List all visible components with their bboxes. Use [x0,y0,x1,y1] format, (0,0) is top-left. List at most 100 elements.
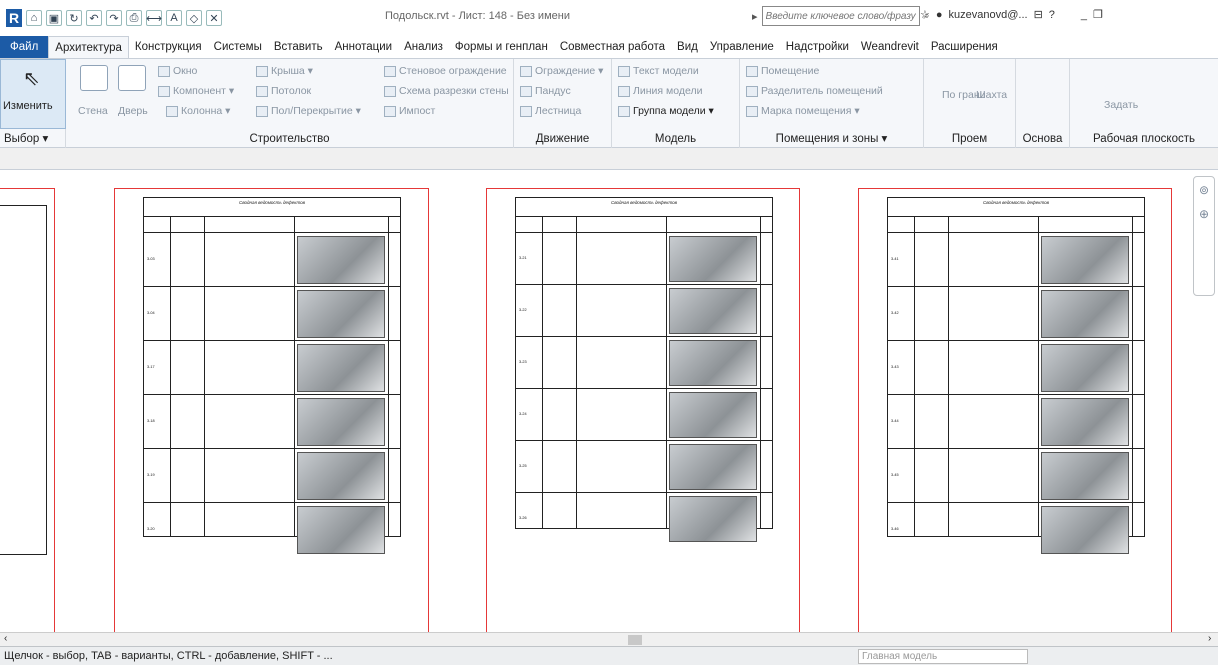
undo-icon[interactable]: ↶ [86,10,102,26]
model-line-button[interactable]: Линия модели [618,85,702,97]
wall-button[interactable]: Стена [78,105,108,117]
open-icon[interactable]: ⌂ [26,10,42,26]
select-dropdown[interactable]: Выбор ▾ [0,131,65,145]
partial-table [0,205,47,555]
arrow-icon: ▸ [752,10,758,23]
tab-8[interactable]: Совместная работа [554,36,671,58]
cart-icon[interactable]: ⊟ [1034,8,1043,21]
curtain-grid-button[interactable]: Схема разрезки стены [384,85,509,97]
window-label: Окно [173,65,198,77]
roof-icon [256,65,268,77]
modify-button[interactable]: ⇖ Изменить [0,59,66,129]
tab-2[interactable]: Конструкция [129,36,208,58]
revit-logo[interactable]: R [6,9,22,27]
tab-5[interactable]: Аннотации [329,36,398,58]
ramp-label: Пандус [535,85,571,97]
tab-3[interactable]: Системы [208,36,268,58]
minimize-icon[interactable]: _ [1081,9,1087,21]
ceiling-icon [256,85,268,97]
door-icon[interactable] [118,65,146,91]
shaft-button[interactable]: Шахта [976,89,1007,101]
search-input[interactable] [761,6,920,26]
door-button[interactable]: Дверь [118,105,148,117]
ceiling-button[interactable]: Потолок [256,85,311,97]
build-group: Стена Дверь Окно Компонент ▾ Колонна ▾ К… [66,59,514,149]
room-label: Помещение [761,65,820,77]
defect-photo [669,392,757,438]
table-caption: Сводная ведомость дефектов [239,200,305,205]
window-button[interactable]: Окно [158,65,197,77]
tab-11[interactable]: Надстройки [780,36,855,58]
model-group: Текст модели Линия модели Группа модели … [612,59,740,149]
save-icon[interactable]: ▣ [46,10,62,26]
zoom-icon[interactable]: ⊕ [1194,207,1214,221]
sheet-partial[interactable] [0,188,55,632]
tab-0[interactable]: Файл [0,36,49,58]
close-hidden-icon[interactable]: ✕ [206,10,222,26]
user-icon[interactable]: ● [936,9,943,21]
tab-9[interactable]: Вид [671,36,704,58]
scroll-right-icon[interactable]: › [1208,633,1211,644]
model-text-button[interactable]: Текст модели [618,65,699,77]
help-icon[interactable]: ? [1049,9,1055,21]
measure-icon[interactable]: ⟷ [146,10,162,26]
redo-icon[interactable]: ↷ [106,10,122,26]
tab-10[interactable]: Управление [704,36,780,58]
tab-13[interactable]: Расширения [925,36,1004,58]
curtain-grid-icon [384,85,396,97]
mullion-icon [384,105,396,117]
sheet-3[interactable]: Сводная ведомость дефектов 3-41 3-42 3-43 3-… [858,188,1172,632]
column-button[interactable]: Колонна ▾ [166,105,230,117]
sheet-1[interactable]: Сводная ведомость дефектов 3-03 3-04 3-17 3-… [114,188,429,632]
steering-wheel-icon[interactable]: ⊚ [1194,183,1214,197]
tab-7[interactable]: Формы и генплан [449,36,554,58]
text-icon[interactable]: A [166,10,182,26]
star-icon[interactable]: ☆ [920,8,930,21]
mullion-button[interactable]: Импост [384,105,435,117]
tab-4[interactable]: Вставить [268,36,329,58]
horizontal-scrollbar[interactable]: ‹ › [0,632,1218,646]
drawing-canvas[interactable]: Сводная ведомость дефектов 3-03 3-04 3-17 3-… [0,170,1218,632]
roof-button[interactable]: Крыша ▾ [256,65,313,77]
ramp-button[interactable]: Пандус [520,85,571,97]
component-button[interactable]: Компонент ▾ [158,85,234,97]
print-icon[interactable]: ⎙ [126,10,142,26]
ramp-icon [520,85,532,97]
room-separator-button[interactable]: Разделитель помещений [746,85,883,97]
defect-photo [1041,236,1129,284]
tab-6[interactable]: Анализ [398,36,449,58]
rooms-group-label[interactable]: Помещения и зоны ▾ [740,131,923,145]
row-number: 3-45 [891,473,899,477]
room-separator-label: Разделитель помещений [761,85,883,97]
model-group-button[interactable]: Группа модели ▾ [618,105,714,117]
row-number: 3-21 [519,256,527,260]
tab-12[interactable]: Weandrevit [855,36,925,58]
table-row: 3-26 [516,492,772,544]
restore-icon[interactable]: ❐ [1093,8,1103,21]
room-button[interactable]: Помещение [746,65,819,77]
user-name[interactable]: kuzevanovd@... [949,9,1028,21]
row-number: 3-04 [147,311,155,315]
curtain-system-button[interactable]: Стеновое ограждение [384,65,507,77]
status-bar: Щелчок - выбор, TAB - варианты, CTRL - д… [0,646,1218,665]
model-selector[interactable] [858,649,1028,664]
set-workplane-button[interactable]: Задать [1104,99,1138,111]
defect-photo [1041,398,1129,446]
scroll-left-icon[interactable]: ‹ [4,633,7,644]
wall-icon[interactable] [80,65,108,91]
stair-button[interactable]: Лестница [520,105,581,117]
model-group-icon [618,105,630,117]
model-text-label: Текст модели [633,65,699,77]
floor-label: Пол/Перекрытие ▾ [271,105,361,117]
sync-icon[interactable]: ↻ [66,10,82,26]
room-tag-button[interactable]: Марка помещения ▾ [746,105,860,117]
floor-button[interactable]: Пол/Перекрытие ▾ [256,105,361,117]
3d-view-icon[interactable]: ◇ [186,10,202,26]
navigation-bar[interactable]: ⊚ ⊕ [1193,176,1215,296]
tab-1[interactable]: Архитектура [48,36,129,58]
workplane-group: Задать Рабочая плоскость [1070,59,1218,149]
scroll-thumb[interactable] [628,635,642,645]
railing-button[interactable]: Ограждение ▾ [520,65,603,77]
curtain-system-label: Стеновое ограждение [399,65,507,77]
sheet-2[interactable]: Сводная ведомость дефектов 3-21 3-22 3-23 3-… [486,188,800,632]
